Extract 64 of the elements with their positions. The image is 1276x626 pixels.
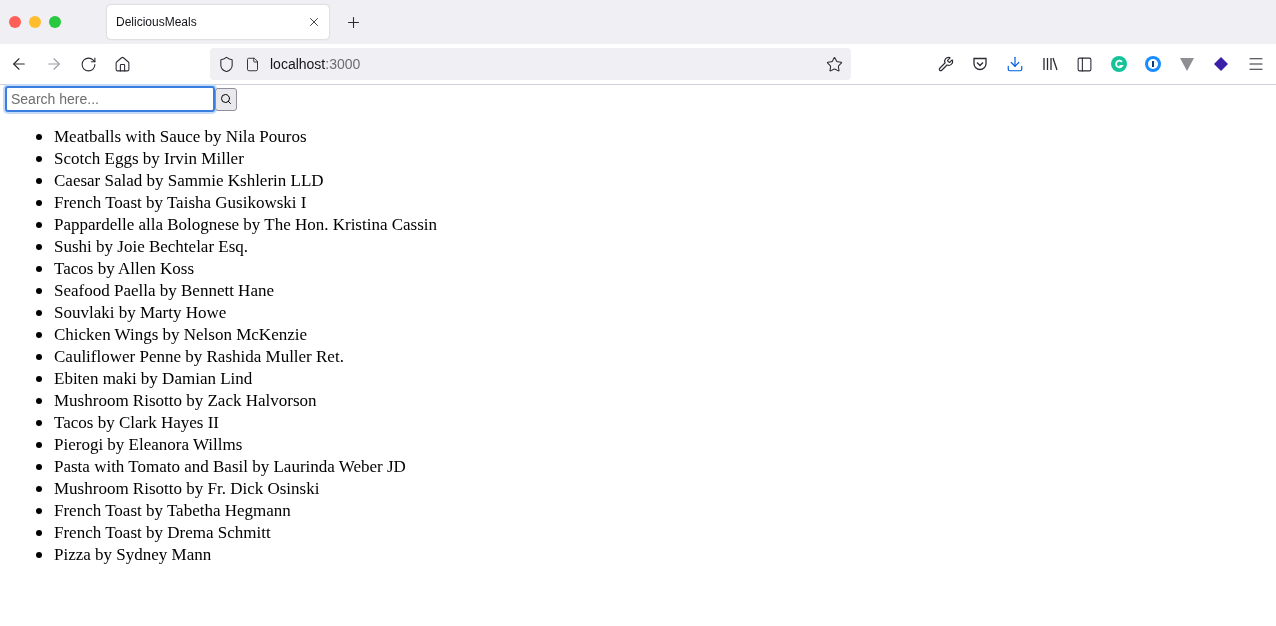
- recipe-item: Mushroom Risotto by Zack Halvorson: [54, 391, 317, 411]
- library-icon[interactable]: [1042, 56, 1058, 72]
- tab-title: DeliciousMeals: [116, 15, 197, 29]
- sidebar-icon[interactable]: [1076, 55, 1093, 73]
- recipe-item: Meatballs with Sauce by Nila Pouros: [54, 127, 307, 147]
- bullet-icon: [36, 266, 42, 272]
- recipe-item: Chicken Wings by Nelson McKenzie: [54, 325, 307, 345]
- recipe-item: Tacos by Allen Koss: [54, 259, 194, 279]
- shield-icon[interactable]: [218, 55, 235, 73]
- close-window-button[interactable]: [9, 16, 21, 28]
- bullet-icon: [36, 134, 42, 140]
- recipe-item: Sushi by Joie Bechtelar Esq.: [54, 237, 249, 257]
- bullet-icon: [36, 464, 42, 470]
- address-bar[interactable]: localhost:3000: [210, 48, 851, 80]
- bullet-icon: [36, 156, 42, 162]
- bullet-icon: [36, 420, 42, 426]
- bullet-icon: [36, 398, 42, 404]
- home-icon[interactable]: [114, 55, 131, 73]
- menu-icon[interactable]: [1247, 55, 1265, 73]
- download-icon[interactable]: [1006, 55, 1024, 73]
- bullet-icon: [36, 442, 42, 448]
- recipe-item: French Toast by Drema Schmitt: [54, 523, 271, 543]
- bullet-icon: [36, 376, 42, 382]
- recipe-item: French Toast by Taisha Gusikowski I: [54, 193, 307, 213]
- close-icon[interactable]: [307, 15, 321, 29]
- recipe-item: Cauliflower Penne by Rashida Muller Ret.: [54, 347, 344, 367]
- bullet-icon: [36, 354, 42, 360]
- wrench-icon[interactable]: [938, 56, 954, 72]
- recipe-item: Pizza by Sydney Mann: [54, 545, 212, 565]
- bullet-icon: [36, 552, 42, 558]
- bullet-icon: [36, 200, 42, 206]
- bullet-icon: [36, 310, 42, 316]
- search-icon: [220, 93, 232, 105]
- recipe-item: Pierogi by Eleanora Willms: [54, 435, 243, 455]
- search-field[interactable]: Search here...: [5, 86, 215, 112]
- recipe-item: Souvlaki by Marty Howe: [54, 303, 227, 323]
- bullet-icon: [36, 332, 42, 338]
- recipe-item: Pappardelle alla Bolognese by The Hon. Kristina Cassin: [54, 215, 438, 235]
- recipe-item: Tacos by Clark Hayes II: [54, 413, 219, 433]
- reload-icon[interactable]: [80, 55, 97, 73]
- url-host: localhost: [270, 56, 326, 72]
- browser-tab[interactable]: DeliciousMeals: [107, 5, 329, 39]
- recipe-item: French Toast by Tabetha Hegmann: [54, 501, 291, 521]
- recipe-item: Pasta with Tomato and Basil by Laurinda Weber JD: [54, 457, 406, 477]
- bullet-icon: [36, 178, 42, 184]
- page-icon: [245, 56, 260, 72]
- search-button[interactable]: [215, 87, 237, 111]
- recipe-item: Seafood Paella by Bennett Hane: [54, 281, 274, 301]
- bullet-icon: [36, 244, 42, 250]
- bullet-icon: [36, 288, 42, 294]
- v-extension-icon[interactable]: [1179, 56, 1195, 72]
- bullet-icon: [36, 530, 42, 536]
- bullet-icon: [36, 486, 42, 492]
- recipe-item: Mushroom Risotto by Fr. Dick Osinski: [54, 479, 320, 499]
- url-port: :3000: [325, 56, 361, 72]
- bullet-icon: [36, 508, 42, 514]
- recipe-item: Scotch Eggs by Irvin Miller: [54, 149, 244, 169]
- keyhole-extension-icon[interactable]: [1145, 56, 1161, 72]
- star-icon[interactable]: [826, 55, 843, 73]
- recipe-item: Ebiten maki by Damian Lind: [54, 369, 253, 389]
- recipe-item: Caesar Salad by Sammie Kshlerin LLD: [54, 171, 324, 191]
- pocket-icon[interactable]: [972, 56, 988, 72]
- bullet-icon: [36, 222, 42, 228]
- cube-extension-icon[interactable]: [1213, 56, 1229, 72]
